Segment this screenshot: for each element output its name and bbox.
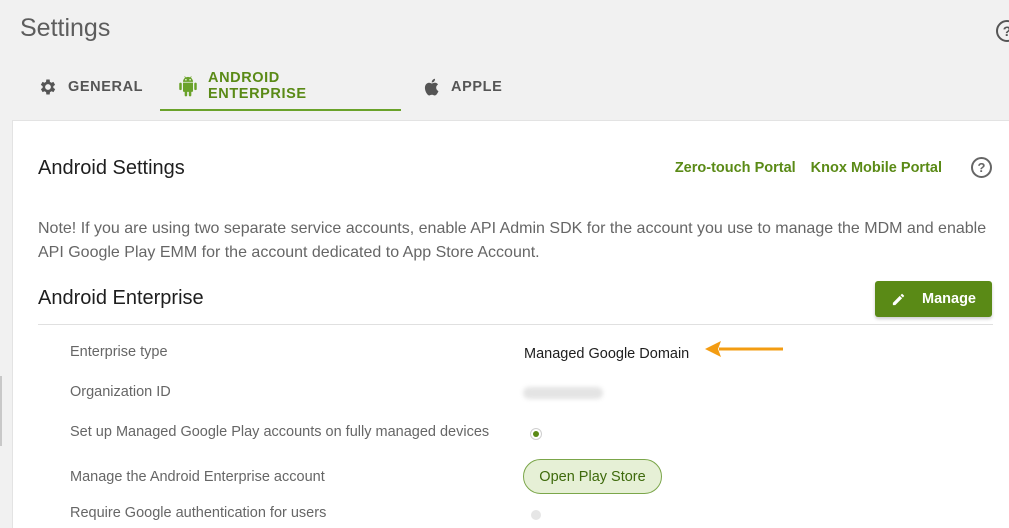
enterprise-type-label: Enterprise type <box>70 344 168 360</box>
page-title: Settings <box>20 14 111 42</box>
tab-label: ANDROID ENTERPRISE <box>208 69 307 102</box>
tab-label: GENERAL <box>68 78 144 95</box>
help-icon-corner[interactable]: ? <box>996 20 1009 42</box>
android-enterprise-title: Android Enterprise <box>38 287 204 309</box>
tab-general[interactable]: GENERAL <box>20 62 160 111</box>
require-google-auth-label: Require Google authentication for users <box>70 505 327 521</box>
android-icon <box>179 75 197 96</box>
help-icon[interactable]: ? <box>971 157 992 178</box>
settings-tabs: GENERAL ANDROID ENTERPRISE APPLE <box>20 62 520 112</box>
service-account-note: Note! If you are using two separate serv… <box>38 220 987 261</box>
knox-mobile-portal-link[interactable]: Knox Mobile Portal <box>811 160 942 176</box>
enterprise-type-value: Managed Google Domain <box>524 346 690 362</box>
tab-label: APPLE <box>451 78 503 95</box>
arrow-annotation <box>705 341 783 357</box>
managed-play-accounts-label: Set up Managed Google Play accounts on f… <box>70 424 490 440</box>
manage-account-label: Manage the Android Enterprise account <box>70 469 325 485</box>
left-edge-marker <box>0 376 2 446</box>
android-settings-title: Android Settings <box>38 157 185 179</box>
tab-apple[interactable]: APPLE <box>401 62 520 111</box>
section-divider <box>38 324 993 325</box>
organization-id-label: Organization ID <box>70 384 171 400</box>
gear-icon <box>40 79 56 94</box>
organization-id-value-redacted <box>523 387 603 399</box>
manage-button[interactable]: Manage <box>875 281 992 317</box>
zero-touch-portal-link[interactable]: Zero-touch Portal <box>675 160 796 176</box>
manage-label: Manage <box>922 291 976 307</box>
settings-card: Android Settings Zero-touch Portal Knox … <box>12 120 1009 528</box>
require-google-auth-radio[interactable] <box>531 510 541 520</box>
apple-icon <box>424 78 439 95</box>
portal-links: Zero-touch Portal Knox Mobile Portal ? <box>675 157 992 178</box>
tab-android-enterprise[interactable]: ANDROID ENTERPRISE <box>160 62 401 111</box>
managed-play-accounts-radio[interactable] <box>530 428 542 440</box>
open-play-store-button[interactable]: Open Play Store <box>523 459 662 494</box>
pencil-icon <box>892 293 905 305</box>
